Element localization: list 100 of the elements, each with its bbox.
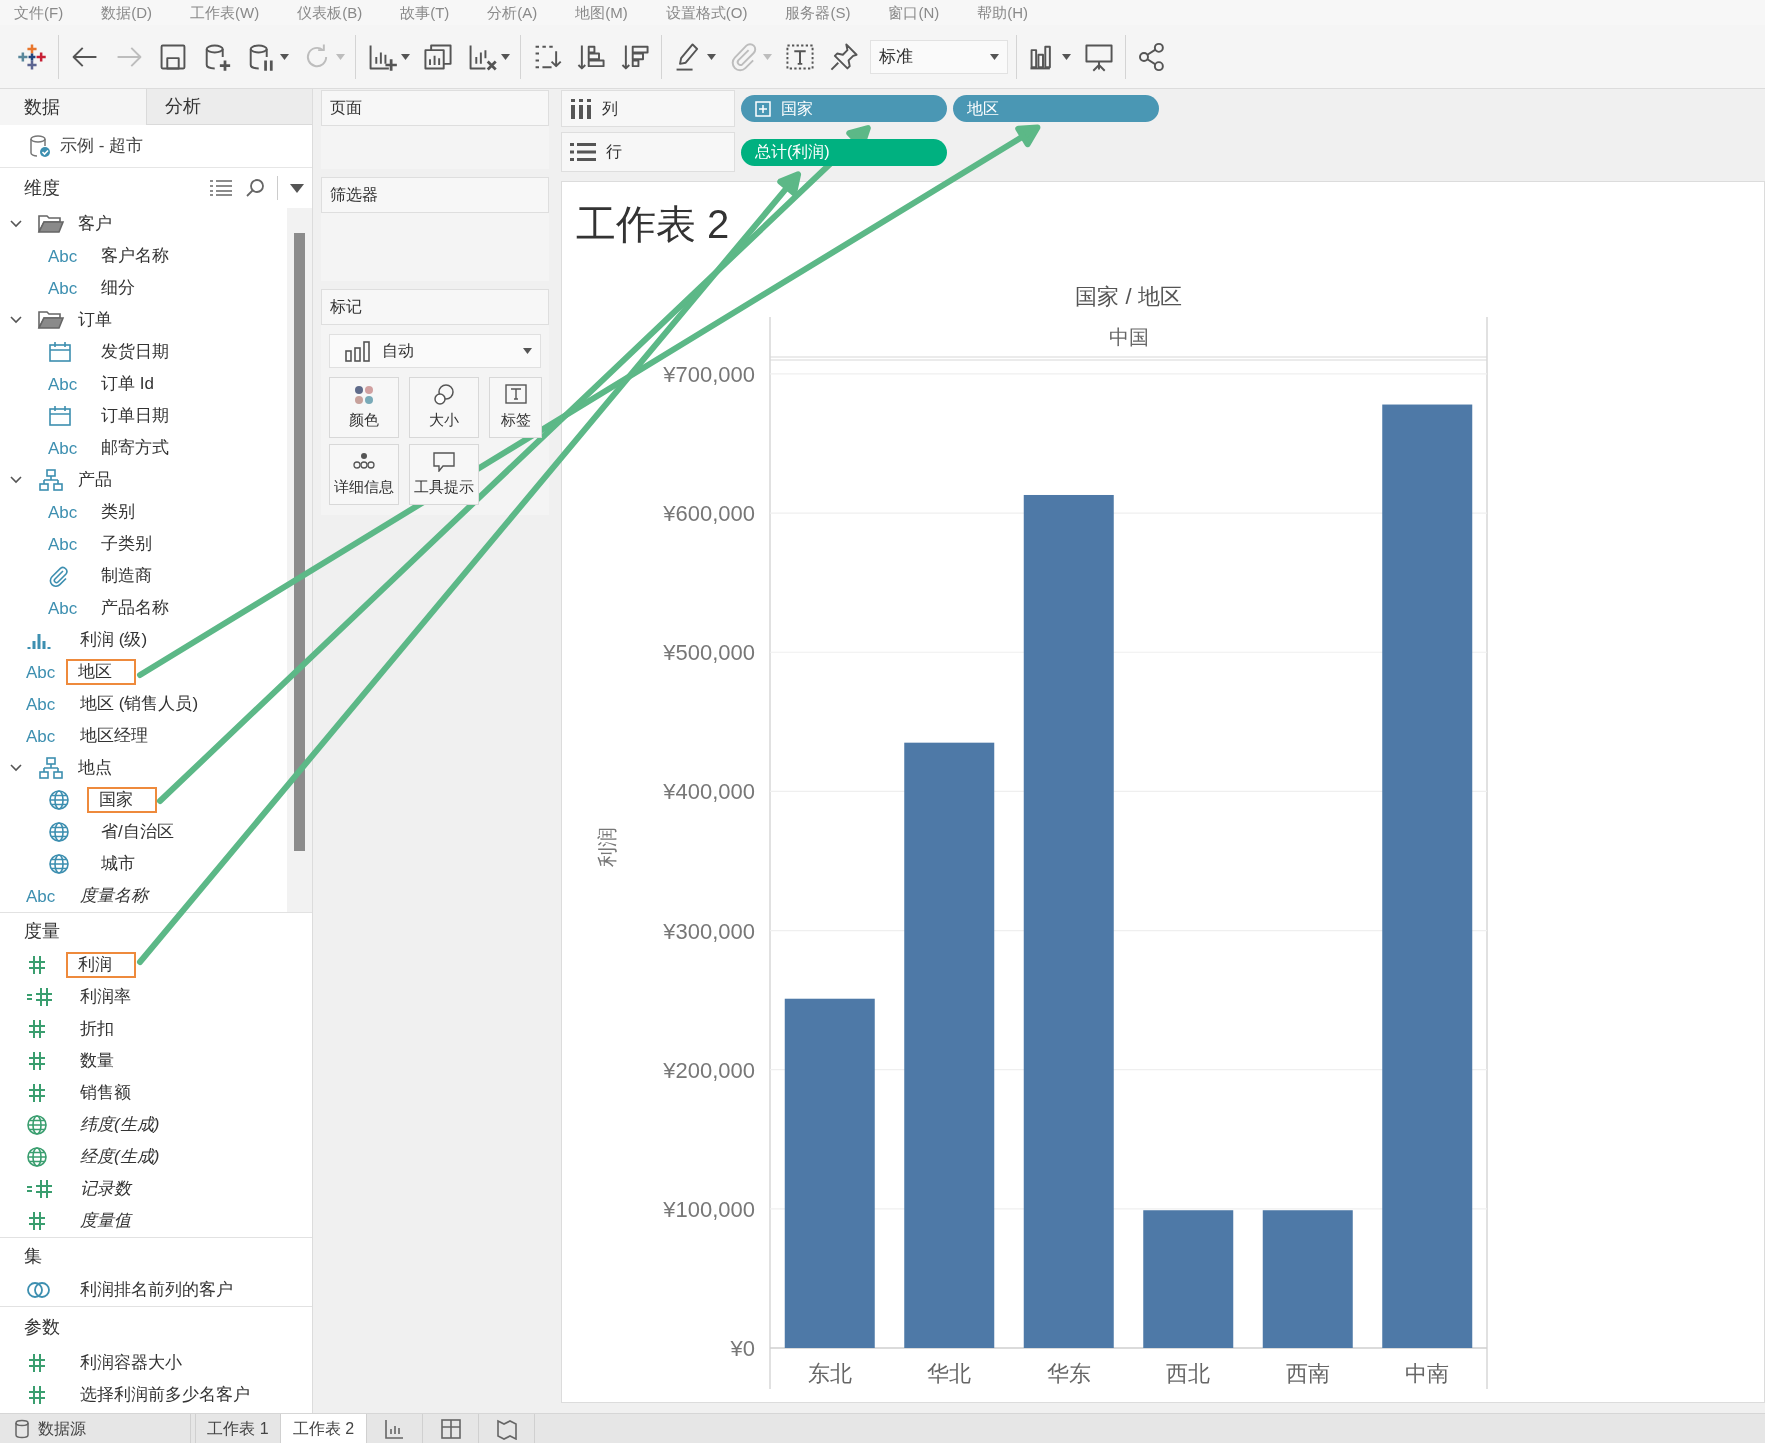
- field-label[interactable]: 利润: [66, 952, 136, 978]
- field-label[interactable]: 订单日期: [99, 401, 171, 431]
- category-label: 西南: [1285, 1361, 1330, 1386]
- text-type-icon: Abc: [26, 695, 56, 713]
- field-label[interactable]: 订单 Id: [99, 369, 156, 399]
- text-type-icon: Abc: [48, 503, 78, 521]
- field-label[interactable]: 发货日期: [99, 337, 171, 367]
- grid-icon: [438, 1417, 463, 1440]
- hash-icon: [26, 1050, 48, 1072]
- folder-icon: [37, 309, 65, 331]
- field-label[interactable]: 纬度(生成): [78, 1110, 162, 1140]
- sheet-tab[interactable]: 工作表 1: [195, 1414, 281, 1443]
- field-label[interactable]: 国家: [87, 787, 157, 813]
- sheet-tab[interactable]: 工作表 2: [281, 1414, 367, 1443]
- size-circles-icon: [431, 383, 457, 406]
- field-label[interactable]: 邮寄方式: [99, 433, 171, 463]
- field-label[interactable]: 客户名称: [99, 241, 171, 271]
- field-label[interactable]: 度量名称: [78, 881, 150, 911]
- field-label[interactable]: 数量: [78, 1046, 116, 1076]
- globe-icon: [48, 853, 70, 875]
- book-icon: [494, 1417, 519, 1440]
- data-source-name[interactable]: 示例 - 超市: [60, 133, 144, 159]
- marks-button[interactable]: 大小: [409, 377, 479, 438]
- text-type-icon: Abc: [26, 663, 56, 681]
- sheet-title: 工作表 2: [576, 202, 730, 246]
- axis-label: ¥0: [730, 1336, 755, 1361]
- marks-button[interactable]: 颜色: [329, 377, 399, 438]
- text-type-icon: Abc: [48, 535, 78, 553]
- axis-label: ¥700,000: [663, 361, 755, 387]
- database-check-icon: [28, 133, 52, 159]
- folder-label[interactable]: 地点: [78, 755, 112, 781]
- axis-label: ¥400,000: [663, 779, 755, 805]
- field-label[interactable]: 地区经理: [78, 721, 150, 751]
- field-label[interactable]: 经度(生成): [78, 1142, 162, 1172]
- field-label[interactable]: 省/自治区: [99, 817, 176, 847]
- caret-icon[interactable]: [290, 183, 304, 193]
- folder-label[interactable]: 产品: [78, 467, 112, 493]
- fit-dropdown[interactable]: 标准: [870, 39, 1008, 74]
- section-title: 度量: [24, 919, 61, 943]
- card-title: 标记: [330, 297, 362, 317]
- category-label: 华北: [927, 1361, 972, 1386]
- text-type-icon: Abc: [48, 439, 78, 457]
- axis-label: ¥500,000: [663, 640, 755, 666]
- globe-icon: [48, 821, 70, 843]
- folder-label[interactable]: 订单: [78, 307, 112, 333]
- paperclip-icon: [48, 565, 70, 587]
- hierarchy-icon: [39, 757, 63, 779]
- text-type-icon: Abc: [26, 887, 56, 905]
- field-label[interactable]: 地区: [66, 659, 136, 685]
- field-label[interactable]: 选择利润前多少名客户: [78, 1380, 252, 1410]
- hash-icon: [26, 1210, 48, 1232]
- field-label[interactable]: 销售额: [78, 1078, 133, 1108]
- field-label[interactable]: 折扣: [78, 1014, 116, 1044]
- caret-icon: [523, 348, 532, 354]
- pane-header: 中国: [1108, 326, 1149, 348]
- axis-label: ¥600,000: [663, 501, 755, 527]
- hash-icon: [26, 1018, 48, 1040]
- field-label[interactable]: 记录数: [78, 1174, 133, 1204]
- field-label[interactable]: 细分: [99, 273, 137, 303]
- caret-icon: [501, 53, 510, 60]
- field-label[interactable]: 产品名称: [99, 593, 171, 623]
- expand-plus-icon[interactable]: [755, 100, 771, 117]
- marks-button[interactable]: 工具提示: [409, 444, 479, 505]
- field-label[interactable]: 城市: [99, 849, 137, 879]
- field-label[interactable]: 制造商: [99, 561, 154, 591]
- calendar-icon: [48, 341, 72, 363]
- marks-button[interactable]: 标签: [489, 377, 542, 438]
- field-label[interactable]: 利润率: [78, 982, 133, 1012]
- field-label[interactable]: 利润排名前列的客户: [78, 1275, 235, 1305]
- pushpin-icon: [828, 40, 860, 73]
- shelf-label: 列: [561, 90, 735, 127]
- bar-chart-icon: [344, 340, 372, 362]
- speech-bubble-icon: [431, 450, 457, 473]
- category-label: 中南: [1405, 1361, 1450, 1386]
- category-label: 西北: [1166, 1361, 1211, 1386]
- field-label[interactable]: 子类别: [99, 529, 154, 559]
- section-title: 集: [24, 1244, 43, 1268]
- list-view-icon[interactable]: [209, 179, 233, 197]
- field-label[interactable]: 地区 (销售人员): [78, 689, 201, 719]
- field-label[interactable]: 利润容器大小: [78, 1348, 184, 1378]
- text-type-icon: Abc: [48, 375, 78, 393]
- search-icon[interactable]: [245, 178, 265, 198]
- globe-icon: [26, 1114, 48, 1136]
- text-type-icon: Abc: [48, 247, 78, 265]
- field-label[interactable]: 利润 (级): [78, 625, 150, 655]
- caret-icon: [401, 53, 410, 60]
- folder-label[interactable]: 客户: [78, 211, 112, 237]
- marks-button[interactable]: 详细信息: [329, 444, 399, 505]
- mark-type-dropdown[interactable]: 自动: [329, 334, 541, 368]
- scrollbar-thumb[interactable]: [294, 233, 305, 851]
- text-type-icon: Abc: [48, 279, 78, 297]
- panel-tab[interactable]: 数据: [0, 89, 146, 125]
- database-icon: [14, 1418, 30, 1439]
- field-label[interactable]: 度量值: [78, 1206, 133, 1236]
- card-title: 筛选器: [330, 185, 378, 205]
- columns-icon: [570, 97, 592, 120]
- field-label[interactable]: 类别: [99, 497, 137, 527]
- section-title: 维度: [24, 176, 61, 200]
- text-type-icon: Abc: [48, 599, 78, 617]
- panel-tab[interactable]: 分析: [146, 89, 312, 125]
